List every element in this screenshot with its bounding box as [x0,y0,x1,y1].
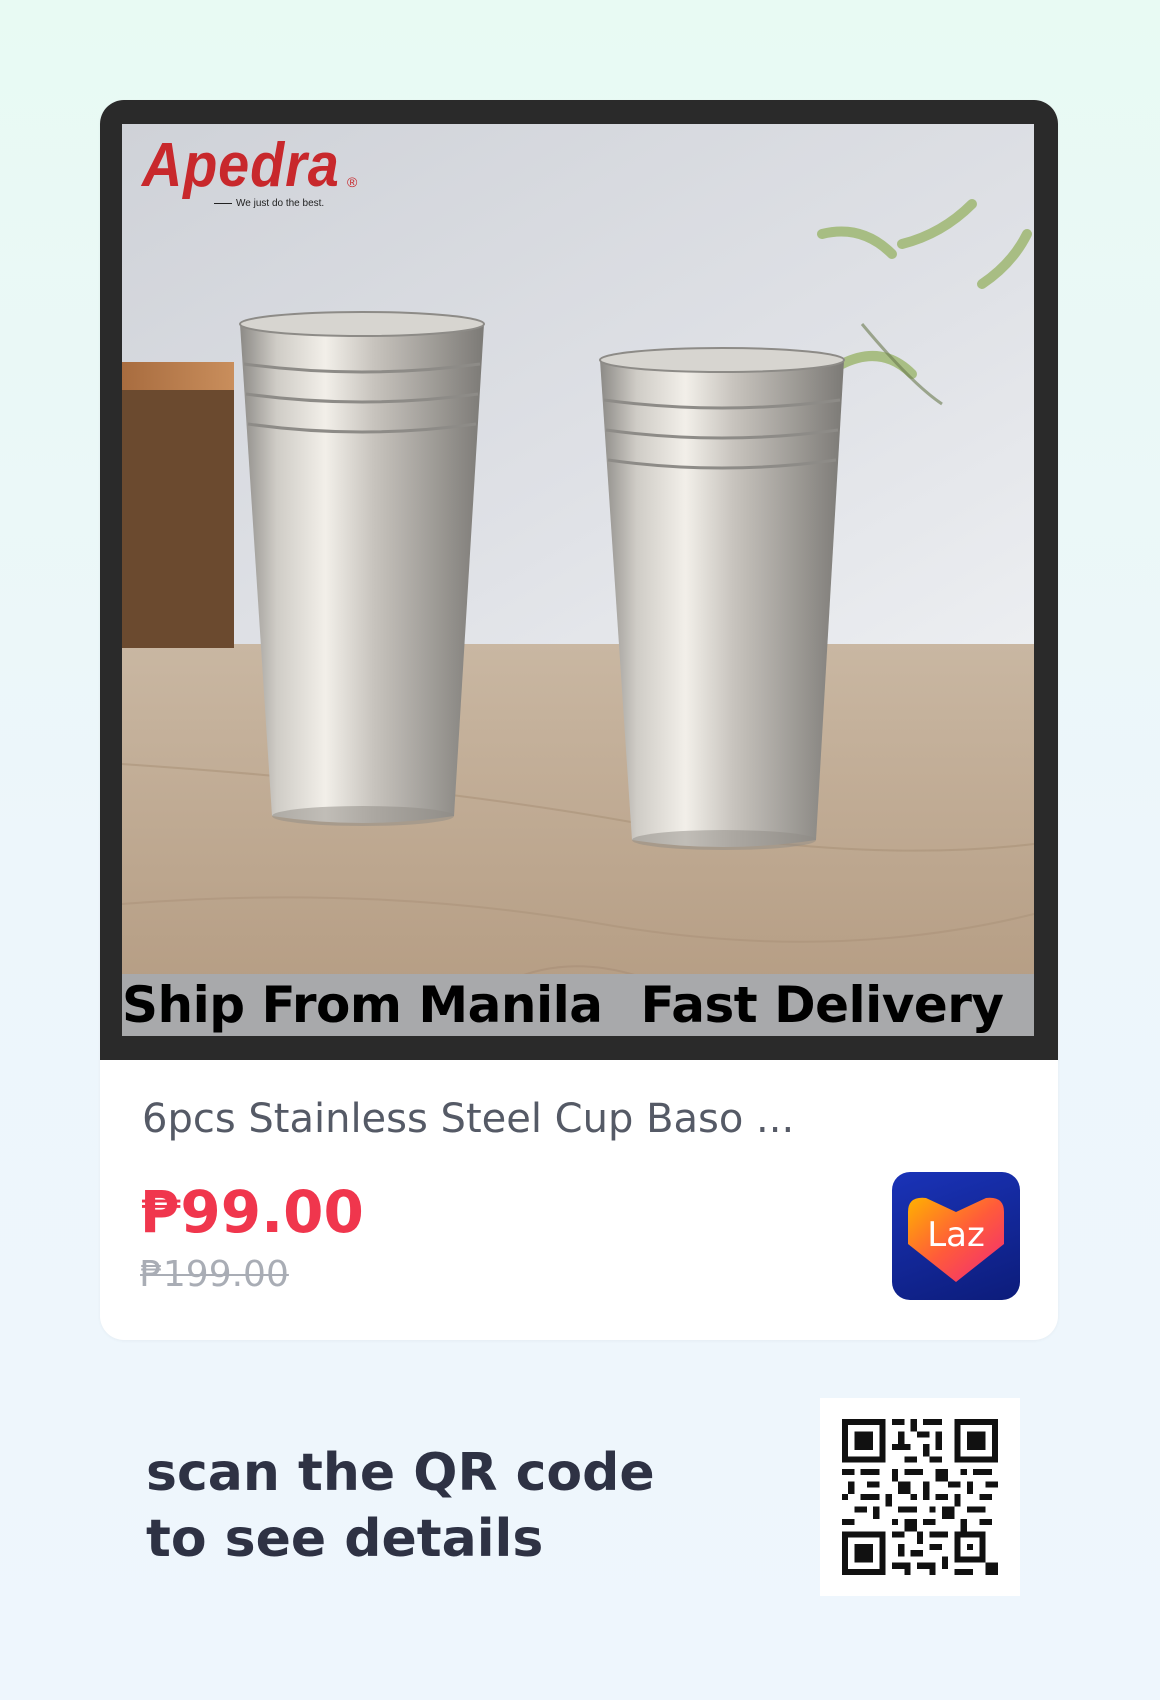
registered-mark-icon: ® [347,174,358,190]
banner-ship-from: Ship From Manila [122,976,603,1034]
sale-price: ₱99.00 [140,1178,364,1246]
banner-fast-delivery: Fast Delivery [640,976,1004,1034]
scan-line-1: scan the QR code [146,1443,655,1503]
qr-code-icon [842,1419,998,1575]
product-image[interactable]: Apedra ® We just do the best. Ship From … [122,124,1034,1036]
brand-name: Apedra [142,131,340,200]
product-title[interactable]: 6pcs Stainless Steel Cup Baso ... [142,1096,902,1142]
lazada-logo[interactable]: Laz [892,1172,1020,1300]
product-image-frame: Apedra ® We just do the best. Ship From … [100,100,1058,1060]
qr-code[interactable] [820,1398,1020,1596]
brand-tagline: We just do the best. [214,198,324,209]
lazada-logo-text: Laz [927,1215,985,1255]
original-price: ₱199.00 [140,1254,289,1295]
shipping-banner: Ship From Manila Fast Delivery [122,974,1034,1036]
product-photo-illustration [122,124,1034,1036]
product-card[interactable]: Apedra ® We just do the best. Ship From … [100,100,1058,1340]
brand-logo: Apedra ® We just do the best. [142,130,362,209]
scan-line-2: to see details [146,1509,544,1569]
scan-instructions: scan the QR code to see details [146,1440,706,1572]
